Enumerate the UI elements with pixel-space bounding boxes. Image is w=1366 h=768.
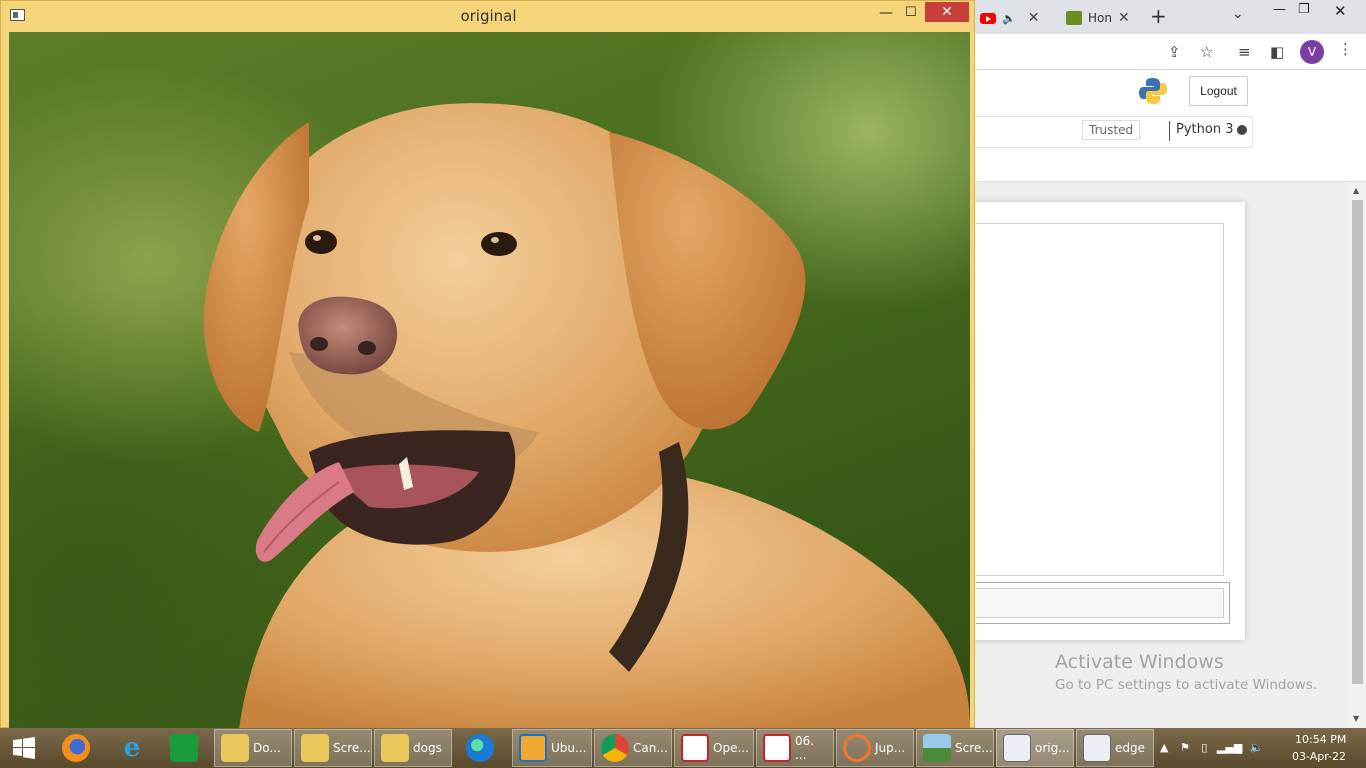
volume-icon[interactable]: 🔈 xyxy=(1250,741,1264,754)
store-icon xyxy=(170,734,198,762)
minimize-icon[interactable]: — xyxy=(1273,2,1286,17)
taskbar-label: Ope... xyxy=(713,741,749,755)
taskbar-item-firefox[interactable] xyxy=(56,729,100,767)
battery-icon[interactable]: ▯ xyxy=(1201,741,1207,754)
photos-icon xyxy=(923,734,951,762)
new-tab-icon[interactable]: + xyxy=(1150,4,1167,28)
firefox-icon xyxy=(62,734,90,762)
chrome-icon xyxy=(601,734,629,762)
scrollbar-thumb[interactable] xyxy=(1352,200,1363,684)
dog-photo xyxy=(9,32,970,729)
clock-time[interactable]: 10:54 PM xyxy=(1295,733,1346,746)
activate-windows-subtitle: Go to PC settings to activate Windows. xyxy=(1055,677,1318,693)
tab-label: Hon xyxy=(1088,11,1112,25)
cell-input[interactable] xyxy=(976,588,1224,618)
reading-list-icon[interactable]: ≡ xyxy=(1238,43,1251,61)
pdf-icon xyxy=(763,734,791,762)
edge-icon xyxy=(466,734,494,762)
chevron-up-icon[interactable]: ▲ xyxy=(1160,741,1168,754)
star-icon[interactable]: ☆ xyxy=(1200,43,1213,61)
system-tray[interactable]: ▲ ⚑ ▯ ▂▄▆ 🔈 xyxy=(1160,741,1264,754)
taskbar-label: Scre... xyxy=(333,741,371,755)
scroll-up-icon[interactable]: ▲ xyxy=(1353,186,1359,195)
start-button[interactable] xyxy=(4,729,48,767)
taskbar-item-dogs-folder[interactable]: dogs xyxy=(374,729,452,767)
taskbar-item-pdf-2[interactable]: 06. ... xyxy=(756,729,834,767)
cell-output xyxy=(976,223,1224,576)
close-tab-icon[interactable]: ✕ xyxy=(1028,10,1040,26)
speaker-icon[interactable]: 🔈 xyxy=(1002,12,1016,25)
taskbar-item-pdf-1[interactable]: Ope... xyxy=(674,729,754,767)
ubuntu-icon xyxy=(519,734,547,762)
downloads-folder-icon xyxy=(221,734,249,762)
windows-start-icon xyxy=(13,737,35,759)
taskbar-label: orig... xyxy=(1035,741,1070,755)
youtube-icon xyxy=(980,12,996,24)
folder-icon xyxy=(381,734,409,762)
taskbar-item-downloads[interactable]: Do... xyxy=(214,729,292,767)
jupyter-icon xyxy=(843,734,871,762)
taskbar-label: 06. ... xyxy=(795,734,815,762)
taskbar-item-screenshot-photo[interactable]: Scre... xyxy=(916,729,994,767)
internet-explorer-icon: e xyxy=(123,733,141,763)
extensions-icon[interactable]: ◧ xyxy=(1270,43,1284,61)
image-window[interactable]: original — ☐ ✕ xyxy=(0,0,975,729)
browser-tab-home[interactable]: Hon ✕ xyxy=(1058,4,1138,32)
chevron-down-icon[interactable]: ⌄ xyxy=(1232,6,1244,22)
taskbar-item-edge-window[interactable]: edge xyxy=(1076,729,1154,767)
trusted-badge[interactable]: Trusted xyxy=(1082,120,1141,140)
clock-date[interactable]: 03-Apr-22 xyxy=(1292,750,1346,763)
browser-tab-youtube[interactable]: 🔈 ✕ xyxy=(972,4,1047,32)
kernel-status-icon xyxy=(1237,125,1247,135)
kernel-name[interactable]: Python 3 xyxy=(1176,122,1233,137)
flag-icon[interactable]: ⚑ xyxy=(1180,741,1190,754)
minimize-icon[interactable]: — xyxy=(879,5,893,21)
taskbar-label: Do... xyxy=(253,741,281,755)
window-title: original xyxy=(460,7,517,25)
dog-illustration xyxy=(203,103,970,729)
taskbar-item-screenshots-folder[interactable]: Scre... xyxy=(294,729,372,767)
taskbar-item-ie[interactable]: e xyxy=(112,729,156,767)
taskbar-label: Jup... xyxy=(875,741,906,755)
pdf-icon xyxy=(681,734,709,762)
taskbar-label: Scre... xyxy=(955,741,993,755)
taskbar-item-jupyter[interactable]: Jup... xyxy=(836,729,914,767)
kernel-separator xyxy=(1169,121,1170,141)
folder-icon xyxy=(301,734,329,762)
taskbar-item-chrome[interactable]: Can... xyxy=(594,729,672,767)
taskbar-label: Can... xyxy=(633,741,668,755)
image-window-icon xyxy=(1083,734,1111,762)
taskbar-item-ubuntu[interactable]: Ubu... xyxy=(512,729,592,767)
profile-avatar[interactable]: V xyxy=(1300,40,1324,64)
taskbar-label: dogs xyxy=(413,741,442,755)
taskbar-item-edge[interactable] xyxy=(460,729,504,767)
close-tab-icon[interactable]: ✕ xyxy=(1118,10,1130,26)
taskbar-label: edge xyxy=(1115,741,1145,755)
close-button[interactable]: ✕ xyxy=(925,2,969,22)
menu-kebab-icon[interactable]: ⋮ xyxy=(1338,40,1353,58)
maximize-icon[interactable]: ☐ xyxy=(905,5,917,20)
restore-icon[interactable]: ❐ xyxy=(1298,2,1310,17)
python-logo-icon xyxy=(1139,78,1167,104)
network-signal-icon[interactable]: ▂▄▆ xyxy=(1217,741,1242,754)
share-icon[interactable]: ⇪ xyxy=(1168,43,1181,61)
close-icon[interactable]: ✕ xyxy=(1334,2,1347,20)
taskbar-item-store[interactable] xyxy=(164,729,208,767)
taskbar-label: Ubu... xyxy=(551,741,587,755)
activate-windows-title: Activate Windows xyxy=(1055,651,1224,673)
scroll-down-icon[interactable]: ▼ xyxy=(1353,714,1359,723)
taskbar-item-original-window[interactable]: orig... xyxy=(996,729,1074,767)
image-window-icon xyxy=(1003,734,1031,762)
logout-button[interactable]: Logout xyxy=(1189,76,1248,106)
home-favicon-icon xyxy=(1066,11,1082,25)
